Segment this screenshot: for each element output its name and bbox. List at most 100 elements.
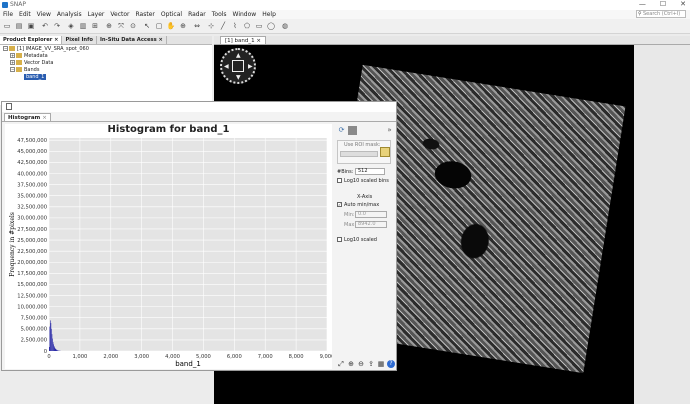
menu-window[interactable]: Window (230, 10, 260, 19)
product-tree: − [1] IMAGE_VV_SRA_spot_060 + Metadata + Ve… (0, 45, 212, 105)
pan-up-icon[interactable]: ▲ (236, 52, 241, 59)
gcp-pin-icon[interactable]: ⊹ (206, 21, 216, 31)
menu-raster[interactable]: Raster (133, 10, 158, 19)
histogram-tool-icon[interactable]: ▥ (78, 21, 88, 31)
zoom-icon[interactable]: ⊙ (128, 21, 138, 31)
zoom-in-icon[interactable]: ⊕ (347, 360, 355, 368)
menu-layer[interactable]: Layer (85, 10, 108, 19)
menu-analysis[interactable]: Analysis (54, 10, 85, 19)
folder-icon (16, 67, 22, 72)
layers-icon[interactable]: ◈ (66, 21, 76, 31)
histogram-tabbar: Histogram × (2, 113, 396, 122)
minimize-button[interactable]: — (639, 0, 646, 10)
auto-minmax-checkbox[interactable]: ✓ (337, 202, 342, 207)
rectangle-tool-icon[interactable]: ▢ (154, 21, 164, 31)
menu-optical[interactable]: Optical (158, 10, 185, 19)
maximize-button[interactable]: ☐ (660, 0, 666, 10)
expand-icon[interactable]: + (10, 53, 15, 58)
menu-edit[interactable]: Edit (16, 10, 34, 19)
world-map-icon[interactable]: ◍ (280, 21, 290, 31)
toggle-view-icon[interactable] (348, 126, 357, 135)
save-icon[interactable]: ▣ (26, 21, 36, 31)
draw-ellipse-icon[interactable]: ◯ (266, 21, 276, 31)
histogram-bar (53, 344, 54, 351)
zoom-fit-icon[interactable]: ⤢ (337, 360, 345, 368)
redo-icon[interactable]: ↷ (52, 21, 62, 31)
roi-mask-group: Use ROI mask: (337, 140, 391, 164)
y-tick-label: 27,500,000 (17, 227, 47, 233)
x-axis-section-label: X-Axis (357, 194, 373, 200)
tree-item-product[interactable]: − [1] IMAGE_VV_SRA_spot_060 (3, 46, 89, 53)
y-tick-label: 35,000,000 (17, 193, 47, 199)
roi-mask-select[interactable] (340, 151, 378, 157)
histogram-window: Histogram × Histogram for band_1 0 2,500,0… (1, 101, 397, 371)
menu-view[interactable]: View (34, 10, 54, 19)
zoom-all-icon[interactable] (232, 60, 244, 72)
tab-pixel-info[interactable]: Pixel Info (62, 36, 97, 44)
zoom-out-icon[interactable]: ⊖ (357, 360, 365, 368)
y-axis-ticks: 02,500,0005,000,0007,500,00010,000,00012… (17, 138, 47, 355)
pan-tool-icon[interactable]: ✋ (166, 21, 176, 31)
menu-file[interactable]: File (0, 10, 16, 19)
roi-mask-picker-icon[interactable] (380, 147, 390, 157)
collapse-panel-icon[interactable]: » (385, 126, 394, 135)
search-input[interactable]: ⚲ Search (Ctrl+I) (636, 10, 686, 18)
tree-item-band-1[interactable]: band_1 (24, 74, 47, 81)
options-icon[interactable]: ▦ (377, 360, 385, 368)
tab-band-1-view[interactable]: [1] band_1 × (220, 36, 266, 45)
new-file-icon[interactable]: ▭ (2, 21, 12, 31)
export-icon[interactable]: ⇪ (367, 360, 375, 368)
draw-rectangle-icon[interactable]: ▭ (254, 21, 264, 31)
expand-icon[interactable]: + (10, 60, 15, 65)
navigation-wheel[interactable]: ▲ ▼ ◀ ▶ (220, 48, 256, 84)
graph-tool-icon[interactable]: ⊞ (90, 21, 100, 31)
histogram-bar (50, 320, 51, 351)
max-input[interactable]: 8942.0 (355, 221, 387, 228)
pan-down-icon[interactable]: ▼ (236, 74, 241, 81)
snap-logo-icon (2, 2, 8, 8)
histogram-options-panel: ⟳ » Use ROI mask: #Bins: 512 Log10 scale… (335, 124, 395, 369)
collapse-icon[interactable]: − (3, 46, 8, 51)
tab-histogram[interactable]: Histogram × (4, 113, 51, 122)
search-icon: ⚲ (638, 11, 642, 17)
draw-polygon-icon[interactable]: ⬠ (242, 21, 252, 31)
pan-left-icon[interactable]: ◀ (224, 63, 229, 70)
select-tool-icon[interactable]: ↖ (142, 21, 152, 31)
x-tick-label: 2,000 (103, 354, 118, 360)
draw-polyline-icon[interactable]: ⌇ (230, 21, 240, 31)
pan-right-icon[interactable]: ▶ (248, 63, 253, 70)
collapse-icon[interactable]: − (10, 67, 15, 72)
y-tick-label: 2,500,000 (21, 338, 47, 344)
tree-item-metadata[interactable]: + Metadata (10, 53, 48, 60)
undo-icon[interactable]: ↶ (40, 21, 50, 31)
zoom-tool-icon[interactable]: ⊕ (178, 21, 188, 31)
bins-input[interactable]: 512 (355, 168, 385, 175)
help-icon[interactable]: ? (387, 360, 395, 368)
log-bins-checkbox[interactable] (337, 178, 342, 183)
menu-tools[interactable]: Tools (209, 10, 230, 19)
close-button[interactable]: ✕ (680, 0, 686, 10)
histogram-bar (54, 347, 56, 351)
use-roi-mask-label: Use ROI mask: (344, 142, 381, 148)
tab-product-explorer[interactable]: Product Explorer × (0, 36, 63, 44)
y-tick-label: 10,000,000 (17, 304, 47, 310)
histogram-bar (54, 348, 56, 351)
histogram-chart[interactable]: Histogram for band_1 0 2,500,000 5,000,000… (5, 124, 332, 369)
x-tick-label: 3,000 (134, 354, 149, 360)
refresh-icon[interactable]: ⟳ (337, 126, 346, 135)
draw-line-icon[interactable]: ╱ (218, 21, 228, 31)
tree-item-bands[interactable]: − Bands (10, 67, 39, 74)
y-tick-label: 45,000,000 (17, 149, 47, 155)
menu-vector[interactable]: Vector (107, 10, 132, 19)
menu-help[interactable]: Help (259, 10, 279, 19)
log-scaled-checkbox[interactable] (337, 237, 342, 242)
open-folder-icon[interactable]: ▤ (14, 21, 24, 31)
gcp-tool-icon[interactable]: ⊕ (104, 21, 114, 31)
tree-item-vector[interactable]: + Vector Data (10, 60, 53, 67)
histogram-plot[interactable]: 0 2,500,000 5,000,000 7,500,000 10,000,000 12… (5, 124, 332, 369)
menu-radar[interactable]: Radar (185, 10, 209, 19)
min-input[interactable]: 0.0 (355, 211, 387, 218)
tab-insitu-data[interactable]: In-Situ Data Access × (97, 36, 167, 44)
transform-icon[interactable]: ⤧ (116, 21, 126, 31)
range-finder-icon[interactable]: ⇔ (192, 21, 202, 31)
